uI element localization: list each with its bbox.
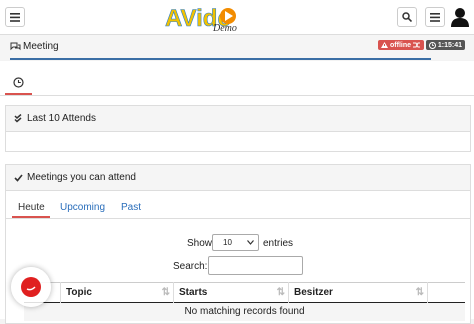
column-header-besitzer[interactable]: Besitzer ⇅	[288, 282, 428, 303]
comments-icon	[10, 42, 21, 51]
offline-badge: offline	[378, 40, 424, 50]
last-attends-panel: Last 10 Attends	[5, 105, 471, 152]
search-input[interactable]	[208, 256, 303, 275]
entries-label: entries	[263, 238, 294, 249]
shuffle-icon	[413, 42, 420, 48]
clock-icon	[13, 77, 24, 88]
chat-fab[interactable]	[11, 267, 51, 307]
meeting-progress-line	[10, 58, 431, 60]
column-header-starts[interactable]: Starts ⇅	[173, 282, 289, 303]
table-row: No matching records found	[24, 302, 465, 321]
user-icon	[451, 8, 469, 27]
tab-schedule[interactable]	[5, 71, 32, 95]
top-navbar: AVide Demo	[0, 0, 474, 35]
site-logo[interactable]: AVide Demo	[165, 2, 240, 34]
tab-past[interactable]: Past	[121, 202, 141, 213]
chevron-down-icon	[247, 240, 254, 245]
tab-heute-label: Heute	[18, 202, 45, 213]
tabs-divider	[0, 95, 474, 96]
tab-upcoming[interactable]: Upcoming	[60, 202, 105, 213]
right-menu-button[interactable]	[425, 7, 445, 27]
svg-text:Demo: Demo	[212, 23, 237, 32]
hamburger-icon	[10, 12, 20, 22]
show-label: Show	[187, 238, 213, 249]
entries-value: 10	[223, 238, 232, 247]
sort-icon: ⇅	[415, 287, 424, 298]
user-profile-button[interactable]	[450, 6, 470, 31]
empty-message: No matching records found	[184, 306, 305, 318]
offline-label: offline	[390, 41, 411, 49]
chat-icon	[21, 277, 41, 297]
tab-heute[interactable]: Heute	[12, 198, 50, 218]
timer-value: 1:15:41	[437, 41, 462, 49]
timer-badge: 1:15:41	[426, 40, 465, 50]
meetings-title: Meetings you can attend	[27, 172, 136, 183]
check-icon	[14, 173, 23, 182]
sort-icon: ⇅	[276, 287, 285, 298]
clock-icon	[429, 41, 436, 49]
meetings-table: Topic ⇅ Starts ⇅ Besitzer ⇅ No matching rec…	[24, 282, 465, 321]
meeting-title: Meeting	[23, 41, 59, 52]
search-label: Search:	[173, 261, 208, 272]
entries-select[interactable]: 10	[212, 234, 259, 251]
double-check-icon	[14, 114, 22, 123]
column-header-topic[interactable]: Topic ⇅	[60, 282, 174, 303]
sort-icon: ⇅	[161, 287, 170, 298]
hamburger-icon	[430, 12, 440, 22]
column-header-actions	[428, 283, 466, 303]
search-icon	[402, 12, 412, 22]
warning-icon	[381, 42, 388, 48]
tabs-divider	[6, 218, 470, 219]
meetings-panel: Meetings you can attend Heute Upcoming P…	[5, 164, 471, 324]
menu-button[interactable]	[5, 7, 25, 27]
last-attends-title: Last 10 Attends	[27, 113, 96, 124]
search-button[interactable]	[397, 7, 417, 27]
table-header-row: Topic ⇅ Starts ⇅ Besitzer ⇅	[24, 282, 466, 303]
